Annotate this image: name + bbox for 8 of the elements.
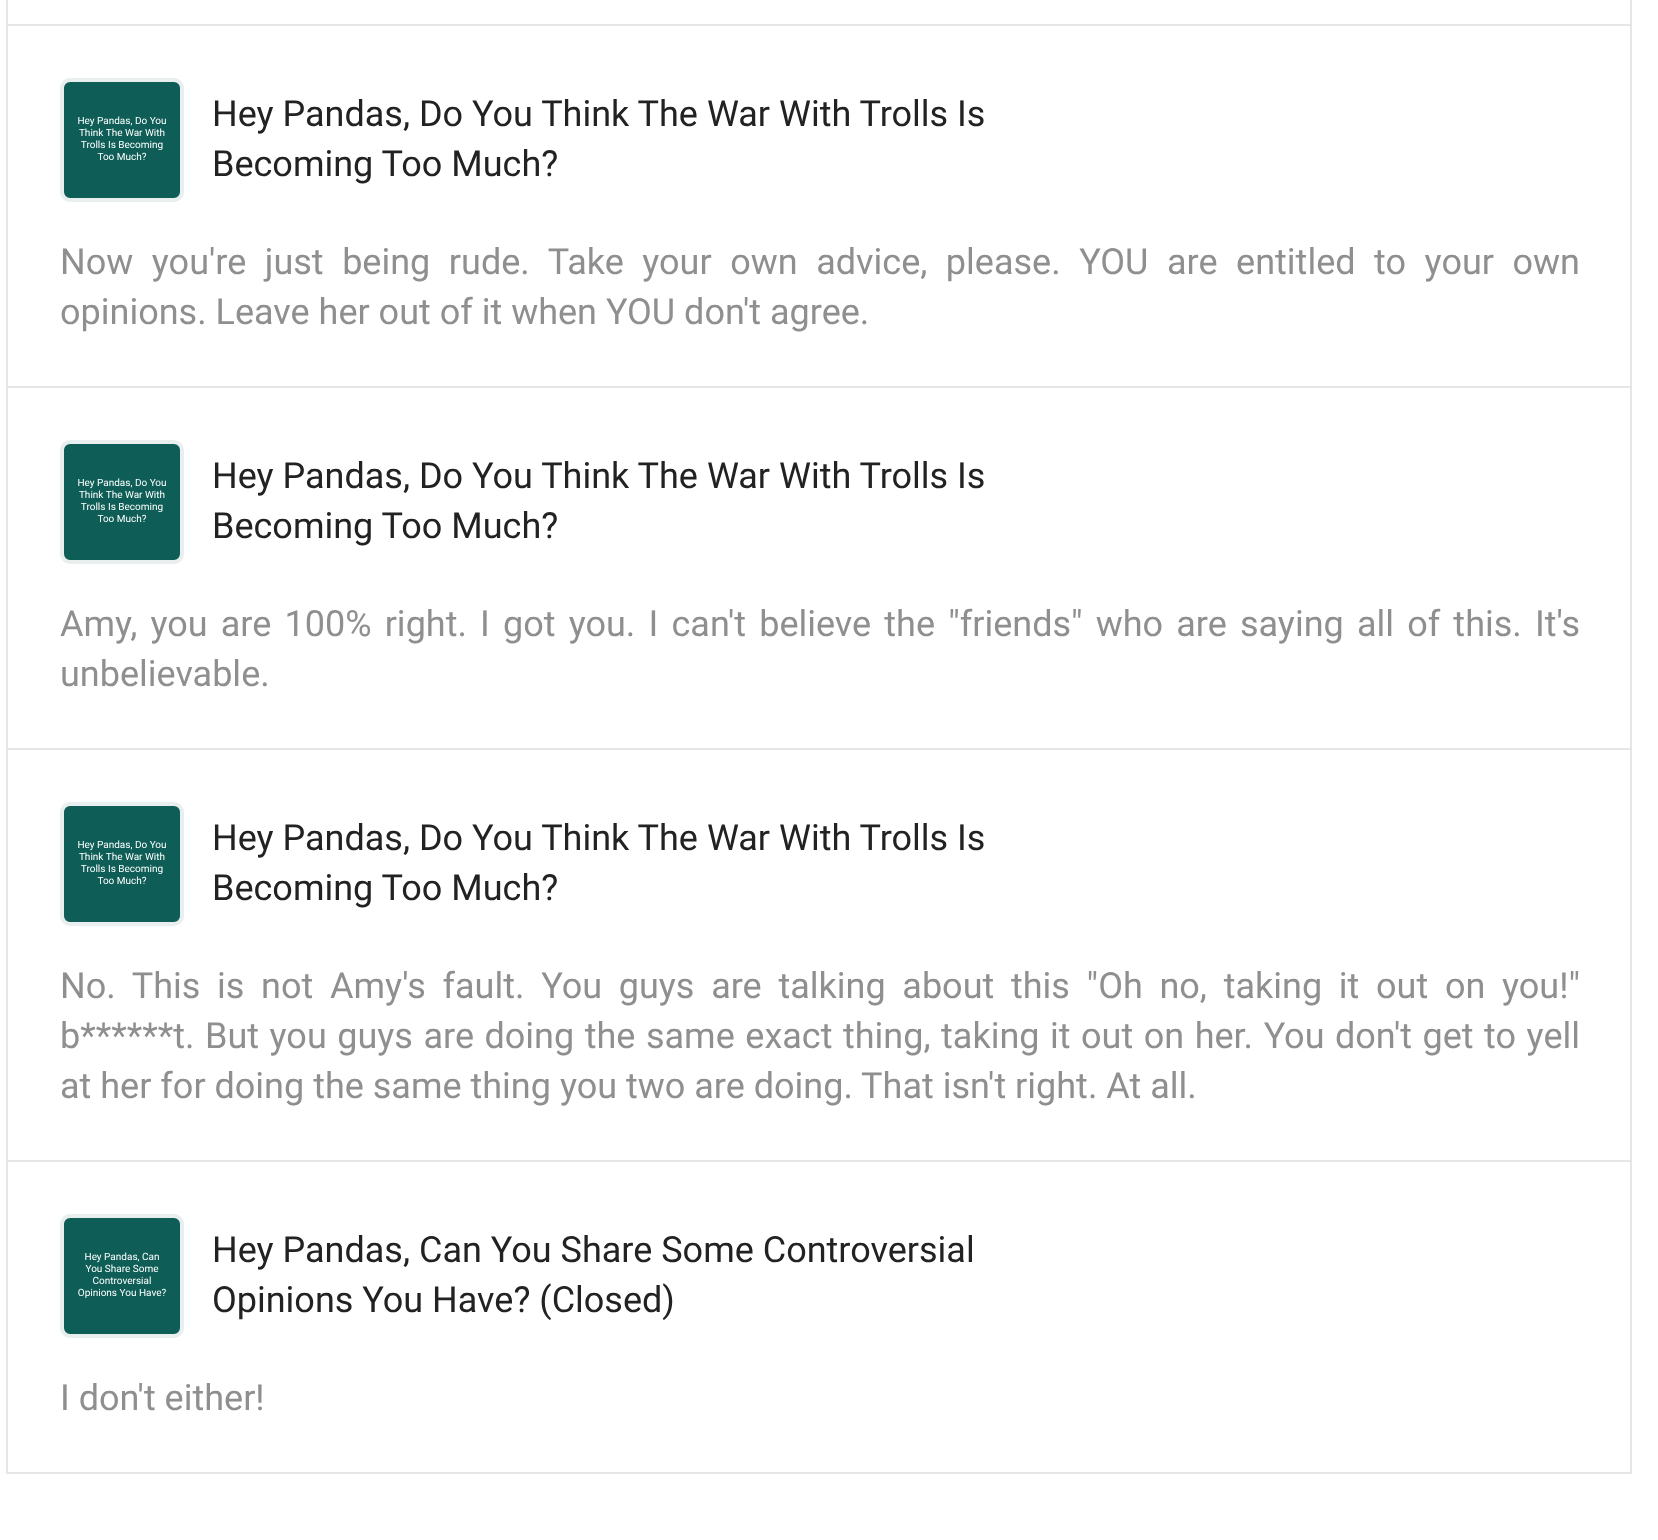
comment-text: I don't either! (60, 1376, 267, 1424)
post-title[interactable]: Hey Pandas, Do You Think The War With Trolls Is Becoming Too Much? (212, 452, 1092, 552)
post-title[interactable]: Hey Pandas, Do You Think The War With Trolls Is Becoming Too Much? (212, 814, 1092, 914)
post-title[interactable]: Hey Pandas, Can You Share Some Controversial Opinions You Have? (Closed) (212, 1226, 1092, 1326)
comment-text: Now you're just being rude. Take your own advice, please. YOU are entitled to your own opinions. Leave her out of it when YOU don't agree. (60, 240, 1580, 338)
post-title[interactable]: Hey Pandas, Do You Think The War With Trolls Is Becoming Too Much? (212, 90, 1092, 190)
comment-text: Amy, you are 100% right. I got you. I can't believe the "friends" who are saying all of this. It's unbelievable. (60, 602, 1580, 700)
comment-text: No. This is not Amy's fault. You guys are talking about this "Oh no, taking it out on you!" b******t. But you guys are doing the same exact thing, taking it out on her. You don't get to yell at her for doing the same thing you two are doing. That isn't right. At all. (60, 964, 1580, 1112)
